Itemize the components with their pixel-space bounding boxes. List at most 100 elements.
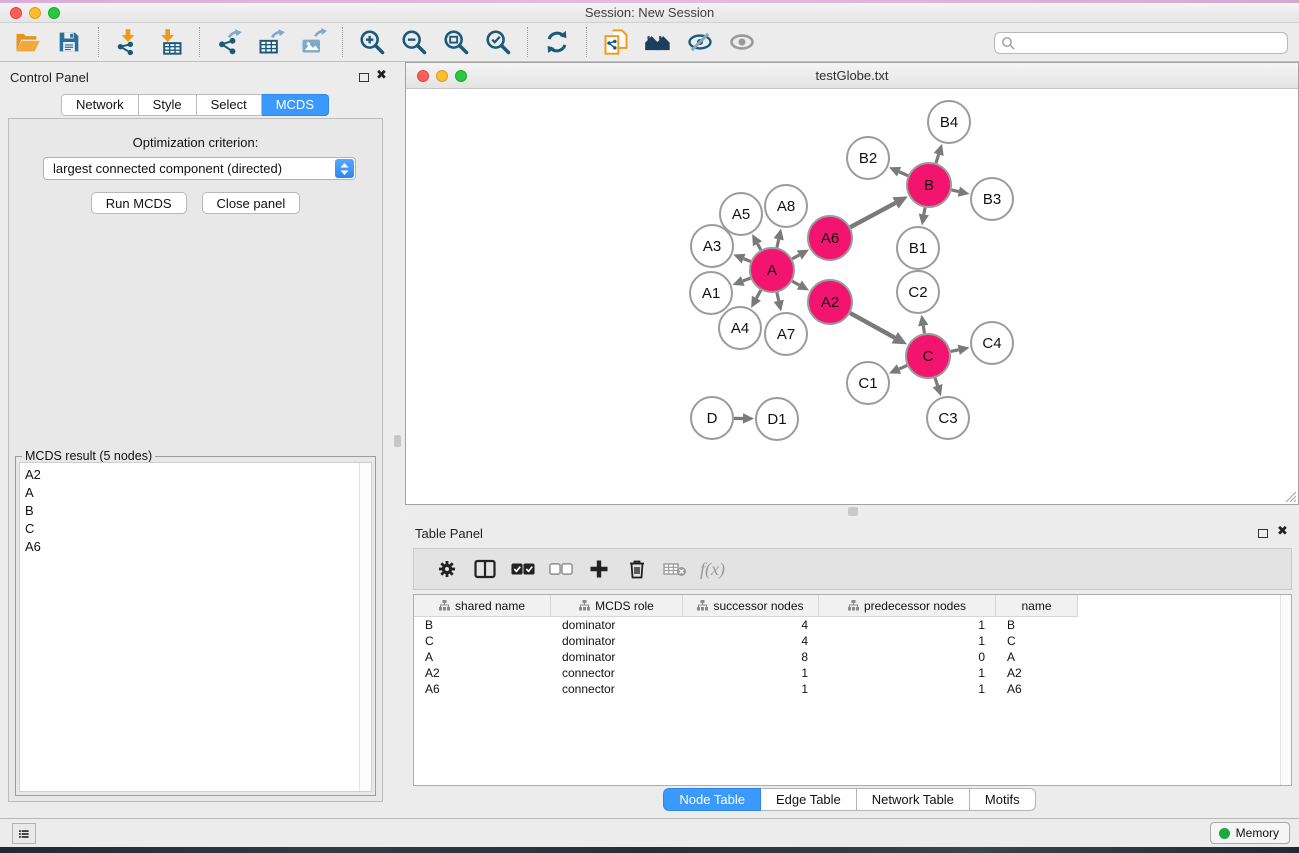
column-header-successor-nodes[interactable]: successor nodes (683, 595, 819, 617)
mcds-result-list[interactable]: A2ABCA6 (19, 462, 372, 792)
memory-button[interactable]: Memory (1210, 822, 1290, 844)
graph-node-C4[interactable]: C4 (971, 322, 1013, 364)
graph-node-C1[interactable]: C1 (847, 362, 889, 404)
table-row[interactable]: Cdominator41C (414, 633, 1291, 649)
graph-node-A1[interactable]: A1 (690, 272, 732, 314)
divider-handle[interactable] (848, 507, 858, 516)
minimize-network-window-button[interactable] (436, 70, 448, 82)
graph-edge-C-C2[interactable] (923, 326, 924, 334)
graph-node-B2[interactable]: B2 (847, 137, 889, 179)
column-header-name[interactable]: name (996, 595, 1078, 617)
tab-network[interactable]: Network (61, 94, 139, 116)
close-panel-button[interactable]: Close panel (202, 192, 301, 214)
graph-edge-A2-C[interactable] (850, 313, 895, 338)
table-row[interactable]: Adominator80A (414, 649, 1291, 665)
graph-node-A2[interactable]: A2 (808, 280, 852, 324)
export-table-button[interactable] (253, 25, 289, 59)
select-all-checks-button[interactable] (505, 551, 541, 587)
close-window-button[interactable] (10, 7, 22, 19)
float-panel-icon[interactable] (359, 73, 369, 82)
table-row[interactable]: A6connector11A6 (414, 681, 1291, 697)
zoom-fit-button[interactable] (438, 25, 474, 59)
mcds-result-item[interactable]: C (20, 519, 358, 537)
graph-node-A3[interactable]: A3 (691, 225, 733, 267)
function-builder-button[interactable]: f(x) (700, 559, 725, 580)
show-column-panel-button[interactable] (467, 551, 503, 587)
task-history-button[interactable] (12, 823, 36, 844)
graph-edge-C-C3[interactable] (935, 378, 938, 386)
delete-table-button[interactable] (657, 551, 693, 587)
tab-motifs[interactable]: Motifs (970, 788, 1036, 811)
network-canvas[interactable]: AA1A2A3A4A5A6A7A8BB1B2B3B4CC1C2C3C4DD1 (406, 89, 1298, 504)
graph-node-A7[interactable]: A7 (765, 313, 807, 355)
graph-node-D1[interactable]: D1 (756, 398, 798, 440)
graph-node-A5[interactable]: A5 (720, 193, 762, 235)
graph-edge-A-A2[interactable] (792, 281, 799, 285)
table-row[interactable]: Bdominator41B (414, 617, 1291, 633)
close-network-window-button[interactable] (417, 70, 429, 82)
table-settings-button[interactable] (429, 551, 465, 587)
zoom-selected-button[interactable] (480, 25, 516, 59)
graph-edge-A-A4[interactable] (756, 290, 760, 298)
graph-node-D[interactable]: D (691, 397, 733, 439)
graph-node-C3[interactable]: C3 (927, 397, 969, 439)
graph-edge-B-B1[interactable] (924, 208, 925, 215)
graph-edge-B-B2[interactable] (899, 172, 908, 176)
resize-grip-icon[interactable] (1284, 490, 1297, 503)
save-session-button[interactable] (51, 25, 87, 59)
import-table-button[interactable] (152, 25, 188, 59)
graph-edge-B-B4[interactable] (936, 154, 939, 163)
mcds-result-item[interactable]: B (20, 501, 358, 519)
graph-node-A4[interactable]: A4 (719, 307, 761, 349)
graph-node-C[interactable]: C (906, 334, 950, 378)
search-input[interactable] (994, 32, 1288, 54)
zoom-in-button[interactable] (354, 25, 390, 59)
graph-node-B[interactable]: B (907, 163, 951, 207)
run-mcds-button[interactable]: Run MCDS (91, 192, 187, 214)
graph-node-C2[interactable]: C2 (897, 271, 939, 313)
welcome-screen-button[interactable] (640, 25, 676, 59)
graph-node-A6[interactable]: A6 (808, 216, 852, 260)
minimize-window-button[interactable] (29, 7, 41, 19)
tab-style[interactable]: Style (139, 94, 197, 116)
graph-node-B1[interactable]: B1 (897, 227, 939, 269)
import-network-button[interactable] (110, 25, 146, 59)
close-panel-icon[interactable]: ✖ (1277, 523, 1288, 539)
tab-select[interactable]: Select (197, 94, 262, 116)
graph-edge-B-B3[interactable] (951, 190, 958, 192)
graph-node-B3[interactable]: B3 (971, 178, 1013, 220)
export-image-button[interactable] (295, 25, 331, 59)
graph-edge-C-C4[interactable] (951, 350, 959, 352)
create-column-button[interactable] (581, 551, 617, 587)
open-session-button[interactable] (9, 25, 45, 59)
delete-columns-button[interactable] (619, 551, 655, 587)
graph-edge-A-A3[interactable] (744, 259, 751, 262)
clone-network-button[interactable] (598, 25, 634, 59)
column-header-predecessor-nodes[interactable]: predecessor nodes (819, 595, 996, 617)
birds-eye-view-button[interactable] (724, 25, 760, 59)
graph-edge-A-A6[interactable] (792, 255, 799, 259)
tab-edge-table[interactable]: Edge Table (761, 788, 857, 811)
optimization-select[interactable]: largest connected component (directed) (43, 157, 356, 180)
table-scrollbar[interactable] (1280, 595, 1291, 785)
zoom-out-button[interactable] (396, 25, 432, 59)
mcds-result-item[interactable]: A (20, 483, 358, 501)
divider-handle[interactable] (394, 435, 401, 447)
export-network-button[interactable] (211, 25, 247, 59)
tab-mcds[interactable]: MCDS (262, 94, 329, 116)
graph-edge-A-A8[interactable] (777, 239, 779, 247)
mcds-result-item[interactable]: A6 (20, 537, 358, 555)
mcds-result-item[interactable]: A2 (20, 465, 358, 483)
graph-edge-A6-B[interactable] (850, 203, 895, 227)
table-row[interactable]: A2connector11A2 (414, 665, 1291, 681)
vertical-split-divider[interactable] (390, 62, 405, 818)
horizontal-split-divider[interactable] (405, 505, 1299, 518)
tab-node-table[interactable]: Node Table (663, 788, 761, 811)
float-panel-icon[interactable] (1258, 529, 1268, 538)
graph-edge-A-A7[interactable] (777, 292, 779, 300)
clear-all-checks-button[interactable] (543, 551, 579, 587)
column-header-mcds-role[interactable]: MCDS role (551, 595, 683, 617)
graph-node-B4[interactable]: B4 (928, 101, 970, 143)
tab-network-table[interactable]: Network Table (857, 788, 970, 811)
network-window-titlebar[interactable]: testGlobe.txt (406, 63, 1298, 89)
